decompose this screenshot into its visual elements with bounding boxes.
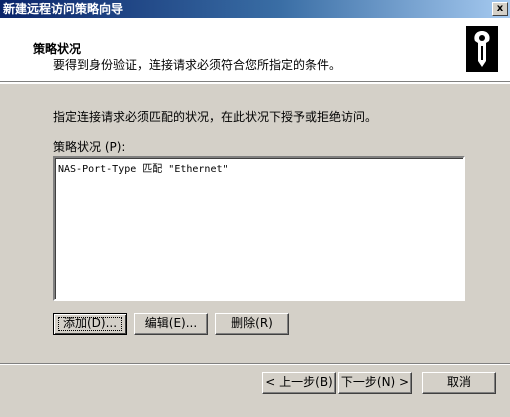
window-title: 新建远程访问策略向导 [3,2,124,16]
add-button[interactable]: 添加(D)... [53,313,127,335]
wizard-body: 指定连接请求必须匹配的状况，在此状况下授予或拒绝访问。 策略状况 (P): NA… [0,83,510,363]
wizard-footer: < 上一步(B) 下一步(N) > 取消 [0,365,510,417]
title-bar: 新建远程访问策略向导 x [0,0,510,18]
conditions-listbox[interactable]: NAS-Port-Type 匹配 "Ethernet" [53,156,465,301]
next-button[interactable]: 下一步(N) > [338,372,412,394]
page-title: 策略状况 [33,42,82,56]
next-button-label: 下一步(N) > [340,375,410,389]
instruction-text: 指定连接请求必须匹配的状况，在此状况下授予或拒绝访问。 [53,110,378,124]
edit-button[interactable]: 编辑(E)... [134,313,208,335]
close-icon: x [496,3,504,14]
back-button[interactable]: < 上一步(B) [262,372,336,394]
key-lock-icon [466,26,498,72]
list-item[interactable]: NAS-Port-Type 匹配 "Ethernet" [58,160,460,175]
delete-button[interactable]: 删除(R) [215,313,289,335]
focus-indicator [58,317,122,331]
cancel-button-label: 取消 [446,375,471,389]
delete-button-label: 删除(R) [231,316,273,330]
cancel-button[interactable]: 取消 [422,372,496,394]
conditions-label: 策略状况 (P): [53,140,126,154]
back-button-label: < 上一步(B) [265,375,333,389]
edit-button-label: 编辑(E)... [144,316,198,330]
wizard-header: 策略状况 要得到身份验证，连接请求必须符合您所指定的条件。 [0,18,510,82]
page-subtitle: 要得到身份验证，连接请求必须符合您所指定的条件。 [53,58,342,72]
close-button[interactable]: x [492,2,508,16]
